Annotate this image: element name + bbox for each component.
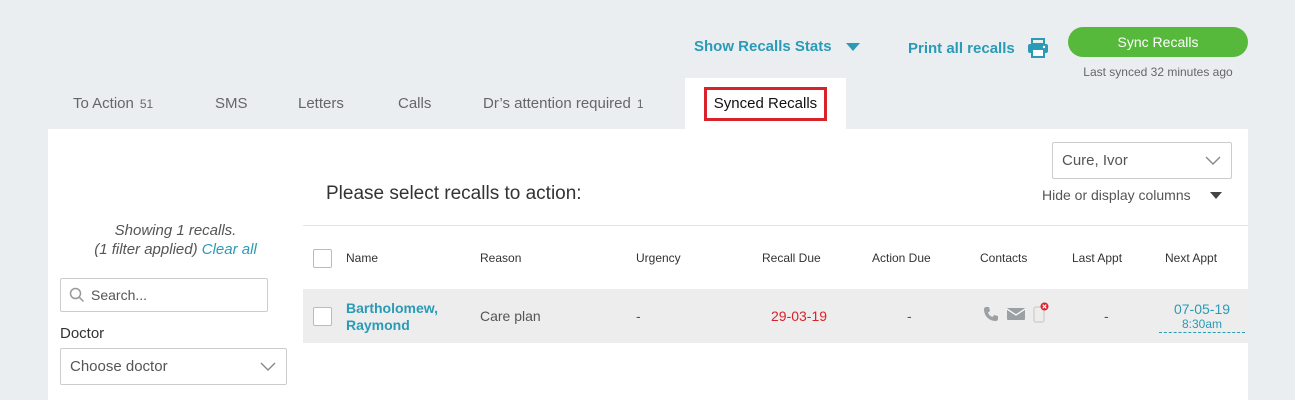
sms-blocked-icon [1033, 302, 1049, 323]
recalls-panel: Showing 1 recalls. (1 filter applied) Cl… [48, 129, 1248, 400]
action-due-cell: - [907, 308, 912, 324]
doctor-select[interactable]: Choose doctor [60, 348, 287, 385]
patient-name-link[interactable]: Bartholomew, Raymond [346, 300, 438, 334]
tab-sms[interactable]: SMS [215, 78, 248, 130]
tab-label: Dr’s attention required [483, 95, 631, 112]
search-icon [69, 287, 85, 303]
tab-label-highlighted: Synced Recalls [703, 87, 828, 121]
recall-due-cell: 29-03-19 [771, 308, 828, 324]
contacts-cell [983, 302, 1049, 323]
next-appt-link[interactable]: 07-05-19 8:30am [1159, 301, 1245, 333]
table-header: Name Reason Urgency Recall Due Action Du… [303, 225, 1248, 289]
tab-label: To Action [73, 95, 134, 112]
tab-label: Letters [298, 95, 344, 112]
search-input[interactable] [91, 287, 261, 303]
hide-display-columns-toggle[interactable]: Hide or display columns [1042, 187, 1222, 203]
column-header-contacts[interactable]: Contacts [980, 251, 1027, 265]
column-header-recall-due[interactable]: Recall Due [762, 251, 821, 265]
clear-all-link[interactable]: Clear all [202, 241, 257, 258]
show-recalls-stats-toggle[interactable]: Show Recalls Stats [694, 38, 860, 55]
tab-label: Calls [398, 95, 432, 112]
top-actions: Show Recalls Stats Print all recalls Syn… [0, 0, 1295, 80]
column-header-next-appt[interactable]: Next Appt [1165, 251, 1217, 265]
tab-count: 1 [636, 97, 644, 111]
next-appt-date: 07-05-19 [1173, 301, 1231, 317]
tab-synced-recalls[interactable]: Synced Recalls [685, 78, 846, 130]
table-row[interactable]: Bartholomew, Raymond Care plan - 29-03-1… [303, 289, 1248, 343]
select-all-checkbox[interactable] [313, 249, 332, 268]
column-header-reason[interactable]: Reason [480, 251, 521, 265]
column-header-urgency[interactable]: Urgency [636, 251, 681, 265]
recalls-main: Cure, Ivor Please select recalls to acti… [303, 129, 1248, 400]
chevron-down-icon [1205, 156, 1221, 165]
filter-applied-text: (1 filter applied) [94, 241, 198, 258]
column-header-last-appt[interactable]: Last Appt [1072, 251, 1122, 265]
mail-icon[interactable] [1007, 307, 1025, 321]
show-recalls-stats-label: Show Recalls Stats [694, 38, 832, 55]
showing-summary: Showing 1 recalls. (1 filter applied) Cl… [48, 221, 303, 259]
tab-letters[interactable]: Letters [298, 78, 344, 130]
doctor-label: Doctor [60, 325, 105, 342]
patient-name-line1: Bartholomew, [346, 300, 439, 316]
search-box[interactable] [60, 278, 268, 312]
tab-drs-attention[interactable]: Dr’s attention required 1 [483, 78, 644, 130]
user-filter-value: Cure, Ivor [1062, 152, 1128, 169]
print-all-recalls-label: Print all recalls [908, 39, 1015, 57]
column-header-action-due[interactable]: Action Due [872, 251, 931, 265]
last-synced-text: Last synced 32 minutes ago [1083, 65, 1233, 79]
column-header-name[interactable]: Name [346, 251, 378, 265]
printer-icon [1027, 38, 1048, 58]
doctor-select-value: Choose doctor [70, 358, 168, 375]
filter-sidebar: Showing 1 recalls. (1 filter applied) Cl… [48, 129, 303, 400]
tab-calls[interactable]: Calls [398, 78, 431, 130]
reason-cell: Care plan [480, 308, 541, 324]
print-all-recalls-link[interactable]: Print all recalls [908, 38, 1049, 58]
caret-down-icon [845, 42, 860, 51]
row-checkbox[interactable] [313, 307, 332, 326]
page-heading: Please select recalls to action: [326, 183, 582, 204]
next-appt-time: 8:30am [1181, 317, 1223, 331]
urgency-cell: - [636, 308, 641, 324]
tab-label: SMS [215, 95, 248, 112]
filter-status: (1 filter applied) Clear all [48, 240, 303, 259]
patient-name-line2: Raymond [346, 317, 410, 333]
caret-down-icon [1209, 191, 1222, 199]
user-filter-select[interactable]: Cure, Ivor [1052, 142, 1232, 179]
showing-count: Showing 1 recalls. [114, 222, 237, 239]
sync-recalls-button[interactable]: Sync Recalls [1068, 27, 1248, 57]
columns-toggle-label: Hide or display columns [1042, 187, 1191, 203]
tab-to-action[interactable]: To Action 51 [73, 78, 153, 130]
chevron-down-icon [260, 362, 276, 371]
tab-count: 51 [139, 97, 154, 111]
last-appt-cell: - [1104, 308, 1109, 324]
phone-icon[interactable] [983, 306, 999, 322]
